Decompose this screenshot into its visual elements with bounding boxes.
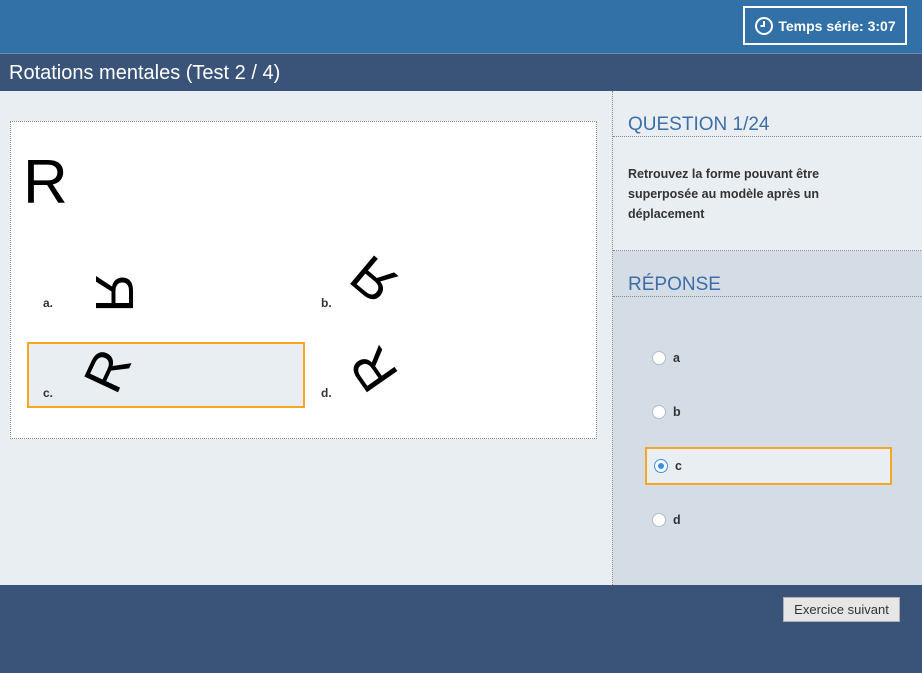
timer-text: Temps série: 3:07 (778, 17, 896, 34)
answer-choice-d[interactable]: d (645, 501, 892, 539)
option-b[interactable]: b. R (305, 243, 583, 318)
question-text: Retrouvez la forme pouvant être superpos… (628, 167, 820, 221)
option-d-glyph: R (338, 335, 410, 403)
option-a-glyph: R (84, 273, 144, 313)
answer-heading: RÉPONSE (628, 274, 721, 295)
answer-section: RÉPONSE a b c d (613, 251, 922, 585)
radio-d[interactable] (652, 513, 666, 527)
model-letter: R (23, 148, 68, 217)
answer-choice-b[interactable]: b (645, 393, 892, 431)
next-exercise-button[interactable]: Exercice suivant (783, 597, 900, 622)
option-a-label: a. (43, 296, 54, 310)
top-bar: Temps série: 3:07 (0, 0, 922, 53)
radio-a[interactable] (652, 351, 666, 365)
clock-icon (755, 16, 774, 35)
answer-choice-c[interactable]: c (645, 447, 892, 485)
answer-choice-a-label: a (673, 351, 680, 365)
answer-choice-c-label: c (675, 459, 682, 473)
footer-bar: Exercice suivant (0, 585, 922, 673)
answer-choice-d-label: d (673, 513, 681, 527)
answer-divider (613, 296, 922, 297)
option-b-glyph: R (339, 243, 409, 315)
option-d[interactable]: d. R (305, 336, 583, 408)
option-b-label: b. (321, 296, 332, 310)
puzzle-panel: R a. R b. R c. R d. R (10, 121, 597, 439)
radio-b[interactable] (652, 405, 666, 419)
title-bar: Rotations mentales (Test 2 / 4) (0, 53, 922, 91)
page-title: Rotations mentales (Test 2 / 4) (9, 62, 281, 84)
answer-choice-a[interactable]: a (645, 339, 892, 377)
exercise-area: R a. R b. R c. R d. R (0, 91, 612, 585)
radio-c[interactable] (654, 459, 668, 473)
question-section: QUESTION 1/24 Retrouvez la forme pouvant… (613, 91, 922, 251)
side-panel: QUESTION 1/24 Retrouvez la forme pouvant… (612, 91, 922, 585)
option-a[interactable]: a. R (27, 252, 305, 318)
option-c-label: c. (43, 386, 54, 400)
question-divider (613, 136, 922, 137)
option-c-glyph: R (72, 340, 144, 402)
option-c[interactable]: c. R (27, 341, 305, 408)
question-heading: QUESTION 1/24 (628, 114, 770, 135)
option-d-label: d. (321, 386, 332, 400)
answer-choice-b-label: b (673, 405, 681, 419)
series-timer: Temps série: 3:07 (743, 6, 907, 45)
